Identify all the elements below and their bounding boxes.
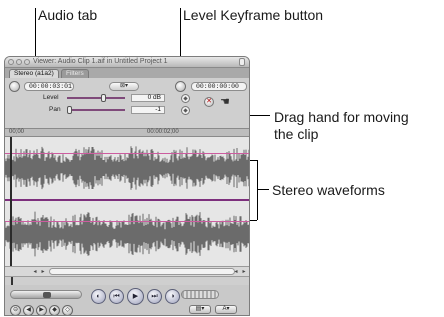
tab-filters[interactable]: Filters xyxy=(61,69,89,78)
pan-label: Pan xyxy=(49,106,61,113)
close-window-icon[interactable] xyxy=(8,59,14,65)
shuttle-control[interactable] xyxy=(10,290,82,299)
pan-slider-thumb[interactable] xyxy=(67,106,72,114)
level-keyframe-button[interactable] xyxy=(181,94,190,103)
view-options-button[interactable]: ⊠▾ xyxy=(109,82,139,91)
zoom-slider-left-icon[interactable]: ◂ xyxy=(31,268,39,276)
scrubber-playhead[interactable] xyxy=(11,277,13,285)
stereo-waveforms xyxy=(5,146,249,257)
play-icon[interactable]: ▶ xyxy=(127,288,144,305)
current-time-clock-icon xyxy=(175,81,186,92)
title-bar: Viewer: Audio Clip 1.aif in Untitled Pro… xyxy=(5,57,249,68)
match-frame-icon[interactable]: ⊖ xyxy=(10,305,21,315)
callout-drag-hand-line2: the clip xyxy=(274,126,319,142)
bracket-waveforms-top xyxy=(249,160,257,161)
channel-separator xyxy=(5,199,249,201)
level-slider-thumb[interactable] xyxy=(101,94,106,102)
tab-row: Stereo (a1a2) Filters xyxy=(5,68,249,78)
minimize-window-icon[interactable] xyxy=(16,59,22,65)
callout-level-keyframe-button: Level Keyframe button xyxy=(183,7,324,23)
duration-timecode[interactable]: 00:00:03:01 xyxy=(24,82,74,91)
play-around-icon[interactable]: ◑ xyxy=(165,289,180,304)
transport-controls: ◐ ⏮ ▶ ⏭ ◑ ⊖ ◀ ▶ ◆ ◇ ▤▾ A▾ xyxy=(5,285,249,315)
mark-out-icon[interactable]: ▶ xyxy=(36,305,47,315)
waveform-display[interactable] xyxy=(5,137,249,266)
jog-control[interactable] xyxy=(181,290,219,299)
waveform-channel-right xyxy=(5,211,249,257)
window-toolbar-toggle[interactable] xyxy=(239,58,245,66)
audio-controls: 00:00:03:01 ⊠▾ 00:00:00:00 Level 0 dB ✕ … xyxy=(5,78,249,128)
level-overlay-left[interactable] xyxy=(5,153,249,154)
time-ruler[interactable]: 00;00 00:00:02;00 xyxy=(5,128,249,137)
scroll-left-icon[interactable]: ◂ xyxy=(232,268,240,276)
mark-in-icon[interactable]: ◀ xyxy=(23,305,34,315)
bracket-waveforms-vertical xyxy=(257,160,258,220)
add-marker-icon[interactable]: ◆ xyxy=(49,305,60,315)
window-title: Viewer: Audio Clip 1.aif in Untitled Pro… xyxy=(33,58,168,65)
pan-value-field[interactable]: -1 xyxy=(131,106,165,114)
level-label: Level xyxy=(43,94,59,101)
level-value-field[interactable]: 0 dB xyxy=(131,94,165,102)
shuttle-thumb[interactable] xyxy=(43,292,51,298)
drag-hand-icon[interactable]: ☚ xyxy=(220,96,232,108)
horizontal-scrollbar[interactable]: ◂ ▸ ◂ ▸ xyxy=(5,266,249,276)
ruler-start-label: 00;00 xyxy=(9,129,25,135)
scroll-right-icon[interactable]: ▸ xyxy=(240,268,248,276)
callout-stereo-waveforms: Stereo waveforms xyxy=(272,182,385,198)
play-in-to-out-icon[interactable]: ◐ xyxy=(91,289,106,304)
playhead[interactable] xyxy=(10,137,12,266)
ruler-mid-label: 00:00:02;00 xyxy=(147,129,179,135)
add-keyframe-icon[interactable]: ◇ xyxy=(62,305,73,315)
tab-stereo-audio[interactable]: Stereo (a1a2) xyxy=(9,69,59,78)
zoom-slider-right-icon[interactable]: ▸ xyxy=(39,268,47,276)
reset-button[interactable]: ✕ xyxy=(204,97,214,107)
view-dropdown-button[interactable]: ▤▾ xyxy=(189,305,211,314)
bracket-waveforms-bottom xyxy=(249,220,257,221)
scroll-thumb[interactable] xyxy=(49,268,235,275)
next-edit-icon[interactable]: ⏭ xyxy=(147,289,162,304)
level-value: 0 xyxy=(147,94,152,101)
level-unit: dB xyxy=(153,94,161,101)
callout-drag-hand-line1: Drag hand for moving xyxy=(274,109,409,125)
bracket-waveforms-pointer xyxy=(257,189,269,190)
callout-audio-tab: Audio tab xyxy=(38,7,98,23)
scrubber-bar[interactable] xyxy=(5,276,249,285)
duration-clock-icon xyxy=(9,81,20,92)
pan-slider-track[interactable] xyxy=(67,109,125,111)
zoom-window-icon[interactable] xyxy=(24,59,30,65)
current-timecode[interactable]: 00:00:00:00 xyxy=(191,82,247,91)
viewer-window: Viewer: Audio Clip 1.aif in Untitled Pro… xyxy=(4,56,250,316)
playhead-sync-dropdown-button[interactable]: A▾ xyxy=(215,305,237,314)
level-slider-track[interactable] xyxy=(67,97,125,99)
pan-keyframe-button[interactable] xyxy=(181,106,190,115)
level-overlay-right[interactable] xyxy=(5,221,249,222)
previous-edit-icon[interactable]: ⏮ xyxy=(109,289,124,304)
